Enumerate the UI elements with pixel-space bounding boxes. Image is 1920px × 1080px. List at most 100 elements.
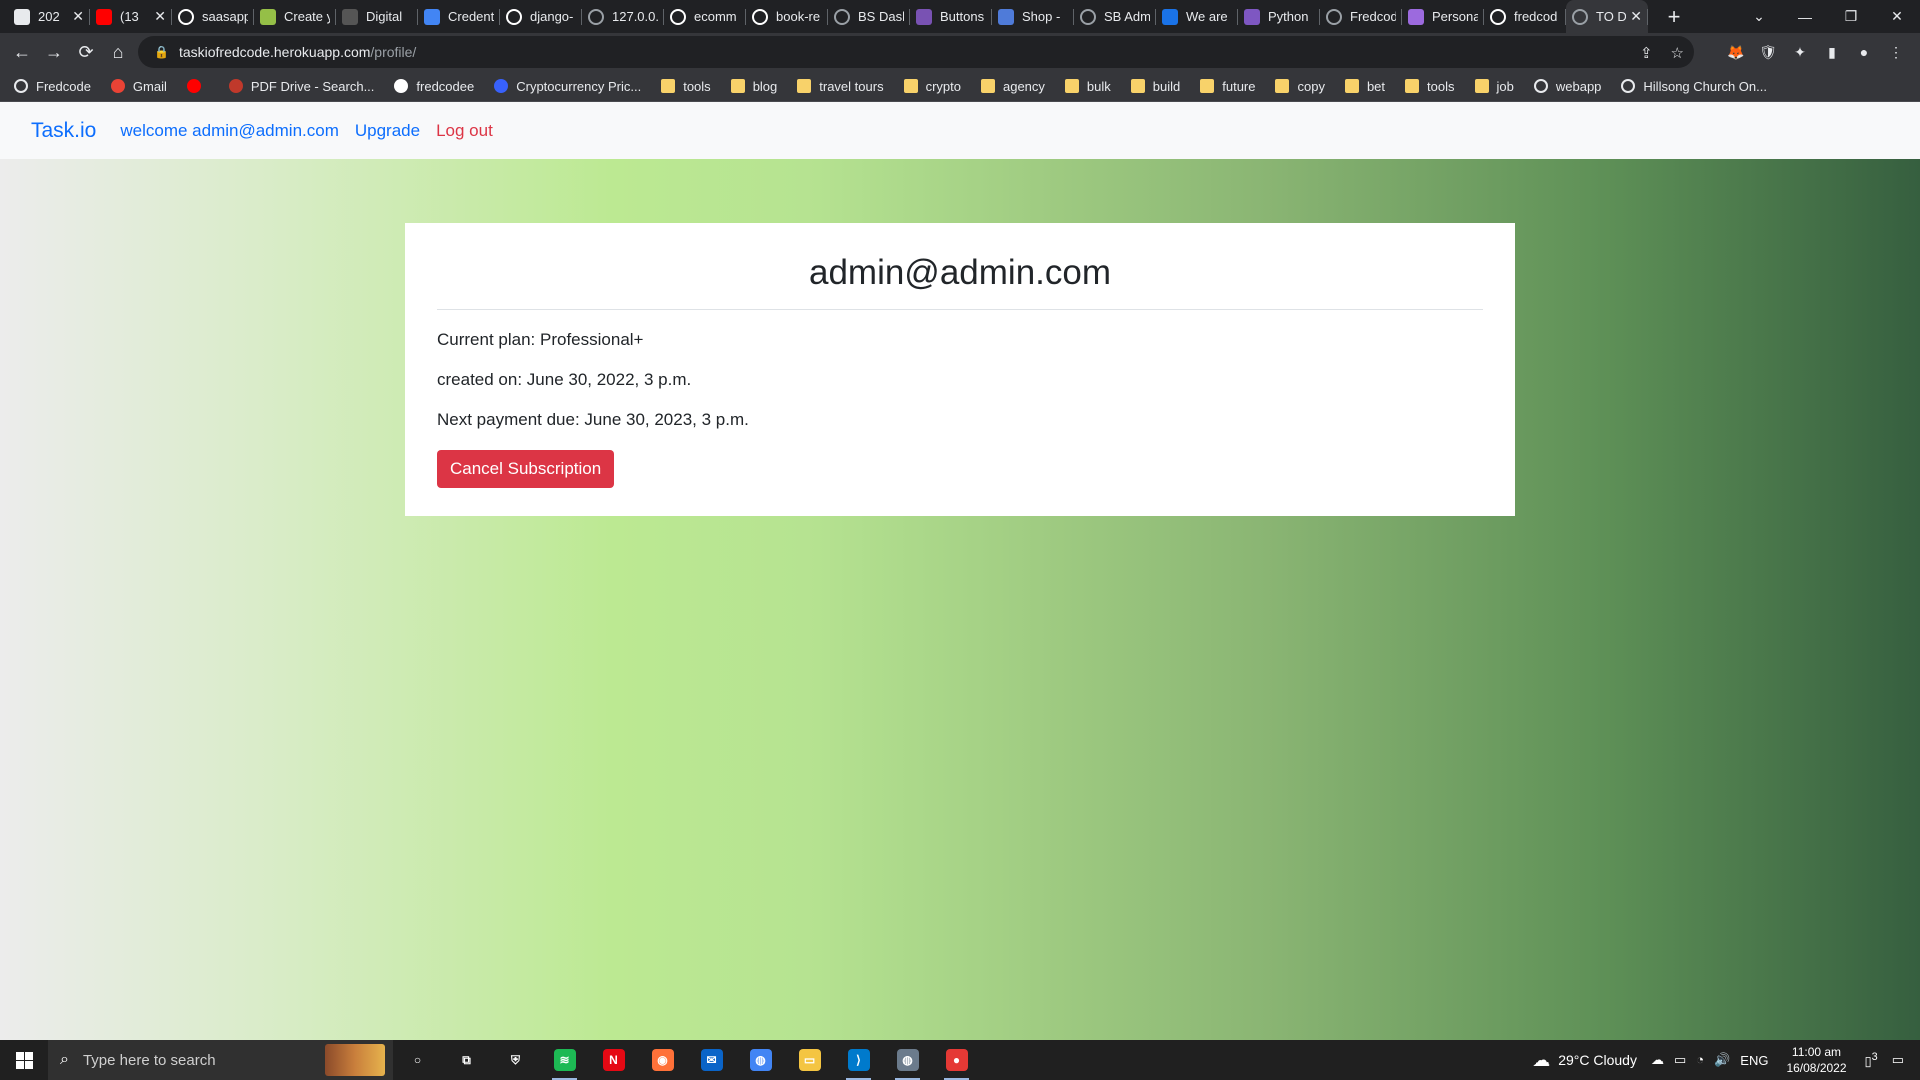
weather-widget[interactable]: ☁ 29°C Cloudy <box>1532 1050 1637 1071</box>
bookmark-copy[interactable]: copy <box>1275 79 1325 94</box>
tray-icons: ☁ ▭ ◔ 🔊 <box>1651 1052 1740 1068</box>
cancel-subscription-button[interactable]: Cancel Subscription <box>437 450 615 488</box>
browser-tab[interactable]: (13 ✕ <box>90 0 172 33</box>
bookmark-crypto[interactable]: crypto <box>903 78 961 94</box>
volume-icon[interactable]: 🔊 <box>1714 1052 1730 1068</box>
bookmark-webapp[interactable]: webapp <box>1533 79 1601 94</box>
close-window-button[interactable]: ✕ <box>1874 8 1920 25</box>
mail-taskbar-button[interactable]: ✉ <box>687 1040 736 1080</box>
bookmark-travel-tours[interactable]: travel tours <box>797 79 884 94</box>
wifi-icon[interactable]: ◔ <box>1696 1052 1704 1068</box>
welcome-link[interactable]: welcome admin@admin.com <box>120 121 339 141</box>
bookmark-fredcodee[interactable]: fredcodee <box>394 79 474 94</box>
restore-button[interactable]: ❐ <box>1828 8 1874 25</box>
new-tab-button[interactable]: + <box>1662 4 1686 30</box>
back-icon[interactable]: ← <box>6 42 38 63</box>
current-plan-text: Current plan: Professional+ <box>437 330 644 349</box>
spotify-taskbar-button[interactable]: ≋ <box>540 1040 589 1080</box>
brand-link[interactable]: Task.io <box>31 119 96 143</box>
browser-tab[interactable]: ecomm <box>664 0 746 33</box>
bookmark-gmail[interactable]: Gmail <box>110 79 167 94</box>
battery-icon[interactable]: ▭ <box>1674 1052 1686 1068</box>
file-explorer-taskbar-button[interactable]: ▭ <box>785 1040 834 1080</box>
bookmark-job[interactable]: job <box>1474 79 1514 94</box>
browser-tab[interactable]: book-re <box>746 0 828 33</box>
bookmark-cryptocurrency-pric[interactable]: Cryptocurrency Pric... <box>494 79 641 94</box>
sidepanel-icon[interactable]: ▮ <box>1822 42 1842 62</box>
bookmark-build[interactable]: build <box>1130 79 1180 94</box>
chrome-profile-taskbar-button[interactable]: ◍ <box>883 1040 932 1080</box>
security-taskbar-button[interactable]: ⛨ <box>491 1040 540 1080</box>
bookmark-hillsong-church-on[interactable]: Hillsong Church On... <box>1621 79 1767 94</box>
lock-icon[interactable]: 🔒 <box>154 45 169 59</box>
language-indicator[interactable]: ENG <box>1740 1053 1768 1068</box>
clock[interactable]: 11:00 am 16/08/2022 <box>1786 1044 1846 1076</box>
minimize-button[interactable]: — <box>1782 9 1828 25</box>
bookmark-future[interactable]: future <box>1200 79 1255 94</box>
bookmark-label: crypto <box>925 78 961 94</box>
upgrade-link[interactable]: Upgrade <box>355 121 420 141</box>
browser-tab[interactable]: Fredcod <box>1320 0 1402 33</box>
browser-tab[interactable]: saasapp <box>172 0 254 33</box>
puzzle-icon[interactable]: ✦ <box>1790 42 1810 62</box>
browser-tab[interactable]: 202 ✕ <box>8 0 90 33</box>
h-icon <box>1408 8 1424 25</box>
home-icon[interactable]: ⌂ <box>102 42 134 63</box>
tab-close-icon[interactable]: ✕ <box>72 8 84 25</box>
profile-avatar-icon[interactable]: ● <box>1854 42 1874 62</box>
recorder-taskbar-button[interactable]: ● <box>932 1040 981 1080</box>
task-view-taskbar-button[interactable]: ⧉ <box>442 1040 491 1080</box>
address-bar[interactable]: 🔒 taskiofredcode.herokuapp.com/profile/ … <box>138 36 1694 68</box>
browser-tab[interactable]: Buttons <box>910 0 992 33</box>
tab-close-icon[interactable]: ✕ <box>154 8 166 25</box>
firefox-taskbar-button[interactable]: ◉ <box>638 1040 687 1080</box>
folder-icon <box>797 79 812 93</box>
action-center-icon[interactable]: ▭ <box>1892 1052 1904 1068</box>
netflix-taskbar-button[interactable]: N <box>589 1040 638 1080</box>
url-path[interactable]: /profile/ <box>370 44 416 60</box>
onedrive-icon[interactable]: ☁ <box>1651 1052 1664 1068</box>
bookmark-youtube[interactable] <box>186 79 209 93</box>
bookmark-tools[interactable]: tools <box>661 79 711 94</box>
browser-toolbar: ← → ⟳ ⌂ 🔒 taskiofredcode.herokuapp.com/p… <box>0 33 1920 71</box>
browser-tab[interactable]: TO D ✕ <box>1566 0 1648 33</box>
browser-tab[interactable]: Shop - <box>992 0 1074 33</box>
bookmark-pdf-drive-search[interactable]: PDF Drive - Search... <box>228 79 374 94</box>
browser-tab[interactable]: Create y <box>254 0 336 33</box>
tab-close-icon[interactable]: ✕ <box>1630 8 1642 25</box>
vscode-taskbar-button[interactable]: ⟩ <box>834 1040 883 1080</box>
browser-tab[interactable]: django- <box>500 0 582 33</box>
bookmark-agency[interactable]: agency <box>980 79 1045 94</box>
taskbar-search[interactable]: ⌕ Type here to search <box>48 1040 393 1080</box>
browser-tab[interactable]: BS Dash <box>828 0 910 33</box>
chrome-taskbar-button[interactable]: ◍ <box>736 1040 785 1080</box>
menu-kebab-icon[interactable]: ⋮ <box>1886 42 1906 62</box>
browser-tab[interactable]: Persona <box>1402 0 1484 33</box>
browser-tab[interactable]: Credent <box>418 0 500 33</box>
notification-badge[interactable]: ▯3 <box>1865 1051 1878 1069</box>
folder-icon <box>1064 79 1079 93</box>
tab-search-icon[interactable]: ⌄ <box>1736 8 1782 25</box>
bookmark-tools[interactable]: tools <box>1405 79 1455 94</box>
browser-tab[interactable]: We are <box>1156 0 1238 33</box>
forward-icon[interactable]: → <box>38 42 70 63</box>
metamask-icon[interactable]: 🦊 <box>1726 42 1746 62</box>
browser-tab[interactable]: Digital <box>336 0 418 33</box>
browser-tab[interactable]: 127.0.0. <box>582 0 664 33</box>
reload-icon[interactable]: ⟳ <box>70 42 102 63</box>
start-button[interactable] <box>0 1040 48 1080</box>
url-host[interactable]: taskiofredcode.herokuapp.com <box>179 44 370 60</box>
bookmark-bulk[interactable]: bulk <box>1064 79 1111 94</box>
browser-tab[interactable]: SB Adm <box>1074 0 1156 33</box>
logout-link[interactable]: Log out <box>436 121 493 141</box>
browser-tab[interactable]: fredcod <box>1484 0 1566 33</box>
bookmark-star-icon[interactable]: ☆ <box>1671 44 1684 62</box>
bookmark-fredcode[interactable]: Fredcode <box>14 79 91 94</box>
chrome-icon: ◍ <box>749 1049 772 1071</box>
cortana-taskbar-button[interactable]: ○ <box>393 1040 442 1080</box>
bookmark-bet[interactable]: bet <box>1344 79 1385 94</box>
vpn-icon[interactable]: 🛡 <box>1758 42 1778 62</box>
browser-tab[interactable]: Python <box>1238 0 1320 33</box>
share-icon[interactable]: ⇪ <box>1640 44 1653 62</box>
bookmark-blog[interactable]: blog <box>730 79 777 94</box>
